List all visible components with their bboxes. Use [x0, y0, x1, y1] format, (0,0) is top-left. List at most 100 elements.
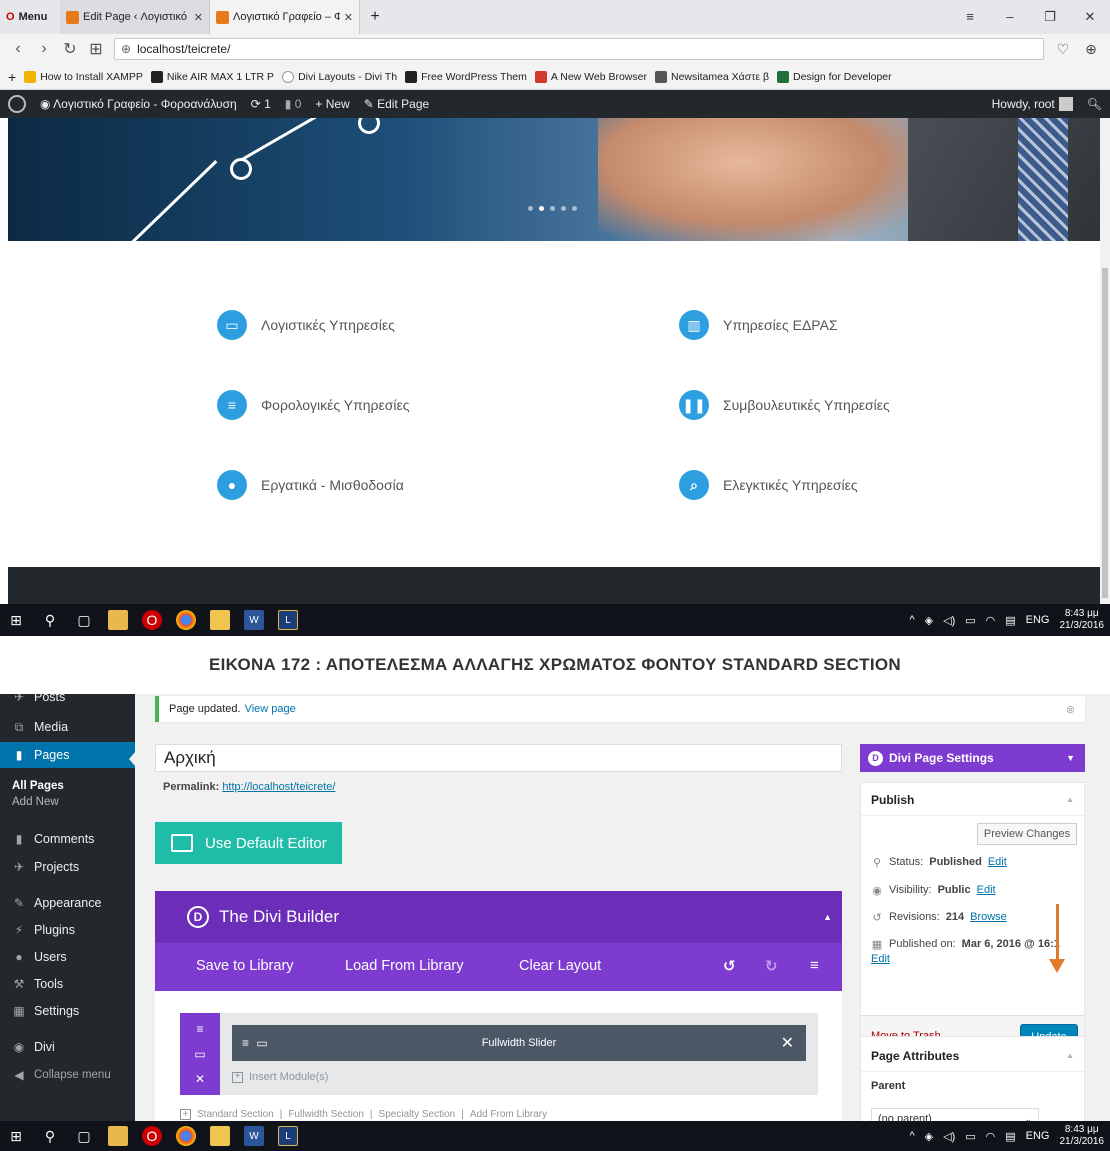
toggle-icon[interactable]: ▲	[1066, 1051, 1074, 1060]
close-tab-icon[interactable]: ✕	[344, 11, 353, 24]
move-icon[interactable]: ≡	[196, 1022, 203, 1036]
sidebar-item-posts[interactable]: ✈ Posts	[0, 694, 135, 710]
opera-menu-button[interactable]: O Menu	[0, 0, 60, 34]
slider-dot[interactable]	[550, 206, 555, 211]
add-bookmark-icon[interactable]: +	[8, 69, 16, 85]
wifi-icon[interactable]: ◠	[986, 614, 996, 627]
slider-dot[interactable]	[528, 206, 533, 211]
reload-icon[interactable]: ↻	[62, 39, 78, 59]
tab-menu-icon[interactable]: ≡	[950, 0, 990, 34]
address-bar[interactable]: ⊕ localhost/teicrete/	[114, 38, 1044, 60]
comments-link[interactable]: ▮ 0	[285, 97, 302, 111]
notifications-icon[interactable]: ▤	[1005, 614, 1015, 627]
service-item[interactable]: ⌕ Ελεγκτικές Υπηρεσίες	[679, 470, 858, 500]
fullwidth-slider-module[interactable]: ≡ ▭ Fullwidth Slider ✕	[232, 1025, 806, 1061]
section-settings-icon[interactable]: ▭	[194, 1047, 205, 1061]
service-item[interactable]: ▥ Υπηρεσίες ΕΔΡΑΣ	[679, 310, 838, 340]
service-item[interactable]: ≡ Φορολογικές Υπηρεσίες	[217, 390, 409, 420]
opera-icon[interactable]: O	[142, 1126, 162, 1146]
search-icon[interactable]: ⚲	[40, 610, 60, 630]
undo-icon[interactable]: ↺	[723, 957, 736, 975]
search-icon[interactable]: ⚲	[40, 1126, 60, 1146]
view-page-link[interactable]: View page	[245, 703, 296, 715]
windows-start-icon[interactable]: ⊞	[6, 610, 26, 630]
redo-icon[interactable]: ↻	[765, 957, 778, 975]
sidebar-item-tools[interactable]: ⚒ Tools	[0, 971, 135, 997]
edit-visibility-link[interactable]: Edit	[977, 884, 996, 897]
download-icon[interactable]: ⊕	[1082, 41, 1100, 58]
bookmark-item[interactable]: A New Web Browser	[534, 70, 647, 83]
chrome-icon[interactable]	[176, 610, 196, 630]
service-item[interactable]: ❚❚ Συμβουλευτικές Υπηρεσίες	[679, 390, 890, 420]
network-icon[interactable]: ◈	[925, 1130, 933, 1143]
folder-icon[interactable]	[210, 1126, 230, 1146]
delete-section-icon[interactable]: ✕	[195, 1072, 205, 1086]
history-icon[interactable]: ≡	[810, 957, 819, 974]
battery-icon[interactable]: ▭	[965, 1130, 975, 1143]
section-handle[interactable]: ≡ ▭ ✕	[180, 1013, 220, 1095]
new-tab-button[interactable]: +	[360, 0, 390, 34]
use-default-editor-button[interactable]: Use Default Editor	[155, 822, 342, 864]
page-scrollbar[interactable]	[1100, 118, 1110, 604]
edit-page-link[interactable]: ✎ Edit Page	[364, 97, 429, 111]
folder-icon[interactable]	[210, 610, 230, 630]
word-icon[interactable]: W	[244, 610, 264, 630]
sidebar-item-pages[interactable]: ▮ Pages	[0, 742, 135, 768]
sidebar-item-media[interactable]: ⧉ Media	[0, 714, 135, 740]
language-indicator[interactable]: ENG	[1026, 1130, 1050, 1142]
insert-module-button[interactable]: + Insert Module(s)	[232, 1071, 328, 1083]
bookmark-item[interactable]: Free WordPress Them	[405, 70, 527, 83]
delete-module-icon[interactable]: ✕	[781, 1033, 794, 1053]
clear-layout-button[interactable]: Clear Layout	[519, 958, 601, 974]
page-title-input[interactable]: Αρχική	[155, 744, 842, 772]
file-explorer-icon[interactable]	[108, 610, 128, 630]
back-icon[interactable]: ‹	[10, 40, 26, 58]
permalink-url[interactable]: http://localhost/teicrete/	[222, 781, 335, 793]
clock[interactable]: 8:43 μμ 21/3/2016	[1060, 608, 1105, 632]
load-from-library-button[interactable]: Load From Library	[345, 958, 463, 974]
service-item[interactable]: ● Εργατικά - Μισθοδοσία	[217, 470, 404, 500]
new-content-link[interactable]: + New	[315, 97, 349, 111]
windows-start-icon[interactable]: ⊞	[6, 1126, 26, 1146]
volume-icon[interactable]: ◁)	[943, 1130, 955, 1143]
updates-link[interactable]: ⟳ 1	[251, 97, 271, 111]
task-view-icon[interactable]: ▢	[74, 1126, 94, 1146]
volume-icon[interactable]: ◁)	[943, 614, 955, 627]
slider-dot[interactable]	[561, 206, 566, 211]
app-icon[interactable]: L	[278, 610, 298, 630]
sidebar-item-divi[interactable]: ◉ Divi	[0, 1034, 135, 1060]
edit-date-link[interactable]: Edit	[871, 953, 890, 965]
speed-dial-icon[interactable]: ⊞	[88, 39, 104, 59]
close-tab-icon[interactable]: ✕	[194, 11, 203, 24]
minimize-icon[interactable]: –	[990, 0, 1030, 34]
slider-dot[interactable]	[539, 206, 544, 211]
word-icon[interactable]: W	[244, 1126, 264, 1146]
sidebar-item-users[interactable]: ● Users	[0, 944, 135, 970]
collapse-toggle-icon[interactable]: ▲	[823, 912, 832, 922]
notifications-icon[interactable]: ▤	[1005, 1130, 1015, 1143]
add-from-library-link[interactable]: Add From Library	[470, 1109, 547, 1120]
browse-revisions-link[interactable]: Browse	[970, 911, 1007, 924]
close-window-icon[interactable]: ✕	[1070, 0, 1110, 34]
bookmark-item[interactable]: Design for Developer	[777, 70, 892, 83]
bookmark-item[interactable]: How to Install XAMPP	[24, 70, 143, 83]
bookmark-item[interactable]: Nike AIR MAX 1 LTR P	[150, 70, 274, 83]
chrome-icon[interactable]	[176, 1126, 196, 1146]
bookmark-item[interactable]: Newsitamea Χάστε β	[654, 70, 769, 83]
chevron-up-icon[interactable]: ^	[909, 614, 914, 626]
save-to-library-button[interactable]: Save to Library	[196, 958, 294, 974]
add-standard-section-link[interactable]: Standard Section	[197, 1109, 274, 1120]
opera-icon[interactable]: O	[142, 610, 162, 630]
sidebar-item-plugins[interactable]: ⚡ Plugins	[0, 917, 135, 943]
add-fullwidth-section-link[interactable]: Fullwidth Section	[288, 1109, 364, 1120]
app-icon[interactable]: L	[278, 1126, 298, 1146]
battery-icon[interactable]: ▭	[965, 614, 975, 627]
toggle-icon[interactable]: ▲	[1066, 795, 1074, 804]
language-indicator[interactable]: ENG	[1026, 614, 1050, 626]
tab-edit-page[interactable]: Edit Page ‹ Λογιστικό Γραφ ✕	[60, 0, 210, 34]
howdy-link[interactable]: Howdy, root	[992, 97, 1073, 112]
slider-dot[interactable]	[572, 206, 577, 211]
service-item[interactable]: ▭ Λογιστικές Υπηρεσίες	[217, 310, 395, 340]
sidebar-item-appearance[interactable]: ✎ Appearance	[0, 890, 135, 916]
task-view-icon[interactable]: ▢	[74, 610, 94, 630]
